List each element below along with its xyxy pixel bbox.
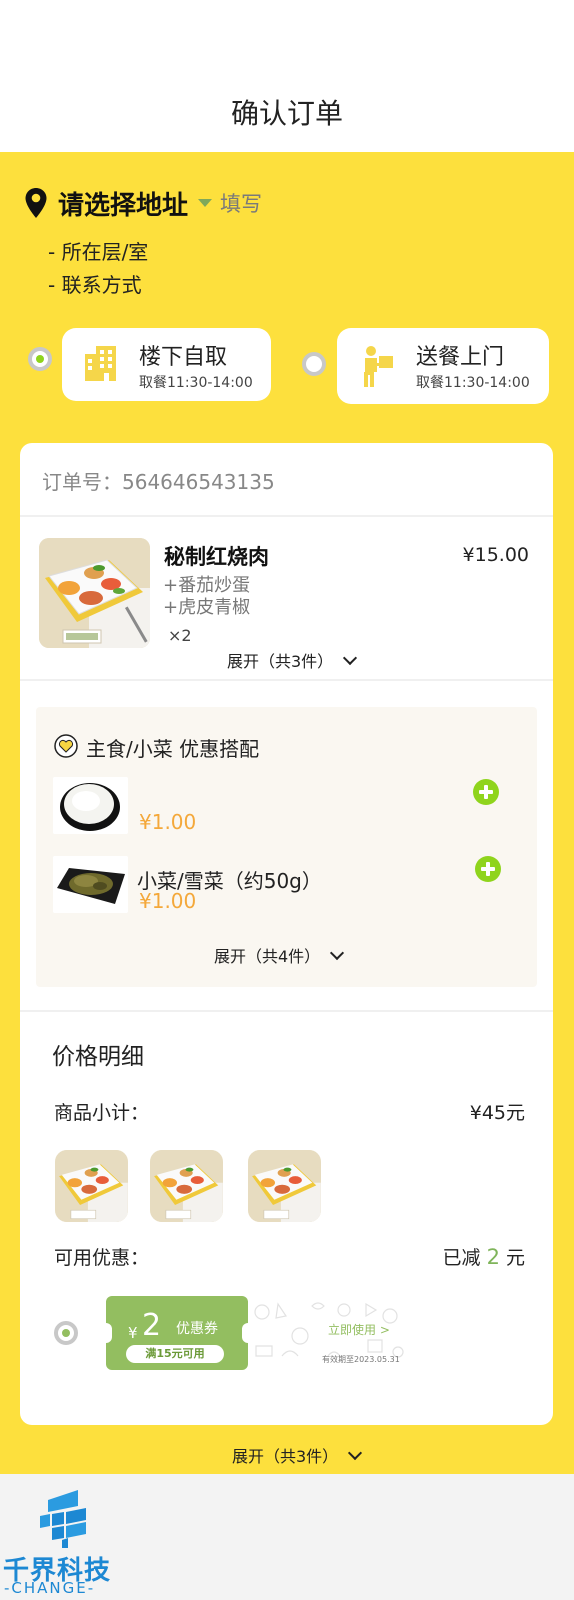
- pickup-radio[interactable]: [28, 347, 52, 371]
- delivery-option-card[interactable]: 送餐上门 取餐11:30-14:00: [337, 328, 549, 404]
- divider: [20, 515, 553, 517]
- delivery-person-icon: [364, 346, 393, 387]
- rice-image: [53, 777, 128, 834]
- discount-amount: 2: [486, 1245, 500, 1269]
- order-number: 订单号：564646543135: [42, 466, 275, 495]
- coupon-type: 优惠券: [176, 1321, 218, 1337]
- brand-subtitle: -CHANGE-: [4, 1579, 96, 1597]
- pickup-option-card[interactable]: 楼下自取 取餐11:30-14:00: [62, 328, 271, 401]
- coupon-expiry: 有效期至2023.05.31: [322, 1355, 400, 1364]
- pickup-time: 取餐11:30-14:00: [139, 375, 253, 391]
- radio-selected-dot: [36, 355, 44, 363]
- room-line: - 所在层/室: [48, 240, 149, 264]
- coupon-radio[interactable]: [54, 1321, 78, 1345]
- radio-selected-dot: [62, 1329, 70, 1337]
- product-thumbnail: [248, 1150, 321, 1222]
- contact-line: - 联系方式: [48, 273, 142, 297]
- page-title: 确认订单: [230, 97, 343, 130]
- add-icon[interactable]: [475, 856, 501, 882]
- pickled-greens-image: [53, 856, 128, 913]
- discount-value: 已减 2 元: [443, 1243, 526, 1270]
- fill-address-link[interactable]: 填写: [220, 188, 262, 218]
- chevron-down-icon: [343, 650, 358, 665]
- item-addon: +虎皮青椒: [163, 597, 251, 618]
- item-price: ¥15.00: [462, 544, 529, 566]
- delivery-radio[interactable]: [302, 352, 326, 376]
- chevron-down-icon: [348, 1445, 363, 1460]
- coupon-condition: 满15元可用: [126, 1345, 224, 1363]
- product-thumbnail: [55, 1150, 128, 1222]
- expand-combo-button[interactable]: 展开（共4件）: [214, 943, 345, 967]
- heart-badge-icon: [54, 734, 78, 758]
- discount-prefix: 已减: [442, 1247, 481, 1269]
- address-selector[interactable]: 请选择地址 填写: [24, 185, 262, 221]
- delivery-time: 取餐11:30-14:00: [416, 375, 530, 391]
- discount-unit: 元: [505, 1247, 525, 1269]
- subtotal-label: 商品小计：: [54, 1102, 150, 1124]
- coupon-amount: 2: [142, 1308, 162, 1343]
- divider: [20, 679, 553, 681]
- page-header: 确认订单: [0, 0, 574, 152]
- order-number-value: 564646543135: [122, 470, 275, 494]
- food-image: [39, 538, 150, 648]
- use-coupon-link[interactable]: 立即使用 >: [328, 1321, 390, 1338]
- item-name: 秘制红烧肉: [164, 545, 269, 569]
- add-icon[interactable]: [473, 779, 499, 805]
- caret-down-icon: [198, 199, 213, 207]
- expand-label: 展开（共3件）: [232, 1447, 339, 1466]
- brand-logo-icon: [40, 1490, 86, 1548]
- subtotal-value: ¥45元: [469, 1102, 525, 1124]
- address-placeholder: 请选择地址: [58, 190, 189, 221]
- expand-items-button[interactable]: 展开（共3件）: [227, 648, 358, 672]
- item-quantity: ×2: [168, 626, 192, 645]
- price-detail-title: 价格明细: [52, 1044, 144, 1070]
- radio-empty-dot: [310, 360, 318, 368]
- building-icon: [85, 346, 116, 381]
- order-card: 订单号：564646543135 秘制红烧肉 ¥15.00 +番茄炒蛋 +虎皮青…: [20, 443, 553, 1425]
- footer: 千界科技 -CHANGE-: [0, 1474, 574, 1600]
- address-details: - 所在层/室 - 联系方式: [48, 236, 148, 302]
- pickup-label: 楼下自取: [139, 345, 228, 370]
- location-pin-icon: [25, 188, 47, 218]
- coupon-yen: ¥: [128, 1324, 138, 1342]
- expand-label: 展开（共4件）: [214, 947, 321, 966]
- delivery-label: 送餐上门: [416, 345, 505, 370]
- combo-item-price: ¥1.00: [139, 810, 197, 834]
- combo-item-price: ¥1.00: [139, 889, 197, 913]
- divider: [20, 1010, 553, 1012]
- expand-label: 展开（共3件）: [227, 652, 334, 671]
- combo-section: 主食/小菜 优惠搭配 ¥1.00 小菜/雪菜（约50g） ¥1.00 展开（共4…: [36, 707, 537, 987]
- combo-title: 主食/小菜 优惠搭配: [86, 737, 260, 761]
- product-thumbnail: [150, 1150, 223, 1222]
- expand-bottom-button[interactable]: 展开（共3件）: [232, 1443, 363, 1467]
- order-number-label: 订单号：: [42, 470, 122, 494]
- coupon-extension: 立即使用 > 有效期至2023.05.31: [248, 1296, 408, 1370]
- discount-label: 可用优惠：: [54, 1247, 150, 1269]
- chevron-down-icon: [330, 945, 345, 960]
- coupon-ticket[interactable]: ¥ 2 优惠券 满15元可用: [100, 1296, 254, 1370]
